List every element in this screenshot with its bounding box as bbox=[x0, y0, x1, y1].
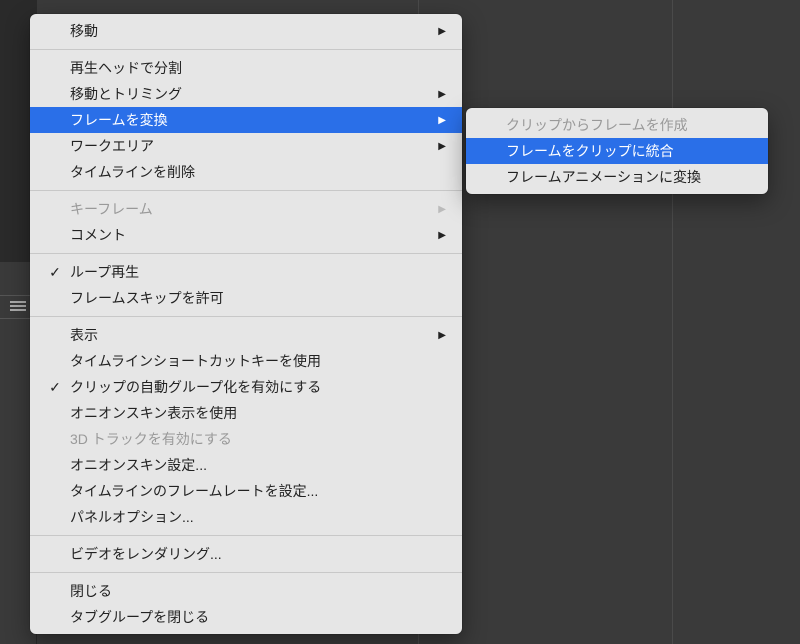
subMenu-item-1[interactable]: フレームをクリップに統合 bbox=[466, 138, 768, 164]
mainMenu-item-15[interactable]: タイムラインショートカットキーを使用 bbox=[30, 348, 462, 374]
mainMenu-item-26[interactable]: タブグループを閉じる bbox=[30, 604, 462, 630]
chevron-right-icon: ▶ bbox=[438, 26, 446, 37]
mainMenu-item-21[interactable]: パネルオプション... bbox=[30, 504, 462, 530]
menu-item-label: タブグループを閉じる bbox=[70, 607, 446, 627]
mainMenu-item-5[interactable]: ワークエリア▶ bbox=[30, 133, 462, 159]
mainMenu-item-20[interactable]: タイムラインのフレームレートを設定... bbox=[30, 478, 462, 504]
subMenu-item-0: クリップからフレームを作成 bbox=[466, 112, 768, 138]
bg-divider-3 bbox=[672, 0, 673, 644]
timeline-context-menu: 移動▶再生ヘッドで分割移動とトリミング▶フレームを変換▶ワークエリア▶タイムライ… bbox=[30, 14, 462, 634]
menu-separator bbox=[30, 190, 462, 191]
menu-item-label: タイムラインショートカットキーを使用 bbox=[70, 351, 446, 371]
menu-separator bbox=[30, 572, 462, 573]
chevron-right-icon: ▶ bbox=[438, 141, 446, 152]
menu-item-label: 再生ヘッドで分割 bbox=[70, 58, 446, 78]
mainMenu-item-25[interactable]: 閉じる bbox=[30, 578, 462, 604]
mainMenu-item-14[interactable]: 表示▶ bbox=[30, 322, 462, 348]
menu-item-label: 移動とトリミング bbox=[70, 84, 438, 104]
menu-separator bbox=[30, 316, 462, 317]
menu-item-label: パネルオプション... bbox=[70, 507, 446, 527]
menu-item-label: キーフレーム bbox=[70, 199, 438, 219]
menu-item-label: オニオンスキン設定... bbox=[70, 455, 446, 475]
menu-item-label: コメント bbox=[70, 225, 438, 245]
check-icon: ✓ bbox=[48, 379, 62, 396]
mainMenu-item-19[interactable]: オニオンスキン設定... bbox=[30, 452, 462, 478]
chevron-right-icon: ▶ bbox=[438, 204, 446, 215]
menu-item-label: ループ再生 bbox=[70, 262, 446, 282]
menu-item-label: クリップの自動グループ化を有効にする bbox=[70, 377, 446, 397]
chevron-right-icon: ▶ bbox=[438, 230, 446, 241]
menu-item-label: 表示 bbox=[70, 325, 438, 345]
convert-frames-submenu: クリップからフレームを作成フレームをクリップに統合フレームアニメーションに変換 bbox=[466, 108, 768, 194]
mainMenu-item-11[interactable]: ✓ ループ再生 bbox=[30, 259, 462, 285]
menu-item-label: タイムラインを削除 bbox=[70, 162, 446, 182]
mainMenu-item-16[interactable]: ✓ クリップの自動グループ化を有効にする bbox=[30, 374, 462, 400]
menu-item-label: フレームを変換 bbox=[70, 110, 438, 130]
menu-item-label: オニオンスキン表示を使用 bbox=[70, 403, 446, 423]
menu-separator bbox=[30, 253, 462, 254]
menu-item-label: フレームスキップを許可 bbox=[70, 288, 446, 308]
menu-item-label: フレームをクリップに統合 bbox=[506, 141, 752, 161]
menu-separator bbox=[30, 535, 462, 536]
menu-separator bbox=[30, 49, 462, 50]
mainMenu-item-17[interactable]: オニオンスキン表示を使用 bbox=[30, 400, 462, 426]
mainMenu-item-6[interactable]: タイムラインを削除 bbox=[30, 159, 462, 185]
mainMenu-item-2[interactable]: 再生ヘッドで分割 bbox=[30, 55, 462, 81]
menu-item-label: クリップからフレームを作成 bbox=[506, 115, 752, 135]
chevron-right-icon: ▶ bbox=[438, 330, 446, 341]
chevron-right-icon: ▶ bbox=[438, 89, 446, 100]
menu-item-label: ワークエリア bbox=[70, 136, 438, 156]
menu-item-label: 閉じる bbox=[70, 581, 446, 601]
menu-item-label: 3D トラックを有効にする bbox=[70, 429, 446, 449]
panel-menu-button[interactable] bbox=[0, 295, 32, 319]
hamburger-icon bbox=[10, 301, 26, 303]
menu-item-label: ビデオをレンダリング... bbox=[70, 544, 446, 564]
menu-item-label: タイムラインのフレームレートを設定... bbox=[70, 481, 446, 501]
subMenu-item-2[interactable]: フレームアニメーションに変換 bbox=[466, 164, 768, 190]
mainMenu-item-4[interactable]: フレームを変換▶ bbox=[30, 107, 462, 133]
menu-item-label: フレームアニメーションに変換 bbox=[506, 167, 752, 187]
mainMenu-item-12[interactable]: フレームスキップを許可 bbox=[30, 285, 462, 311]
mainMenu-item-3[interactable]: 移動とトリミング▶ bbox=[30, 81, 462, 107]
mainMenu-item-18: 3D トラックを有効にする bbox=[30, 426, 462, 452]
mainMenu-item-9[interactable]: コメント▶ bbox=[30, 222, 462, 248]
chevron-right-icon: ▶ bbox=[438, 115, 446, 126]
mainMenu-item-23[interactable]: ビデオをレンダリング... bbox=[30, 541, 462, 567]
menu-item-label: 移動 bbox=[70, 21, 438, 41]
mainMenu-item-8: キーフレーム▶ bbox=[30, 196, 462, 222]
check-icon: ✓ bbox=[48, 264, 62, 281]
mainMenu-item-0[interactable]: 移動▶ bbox=[30, 18, 462, 44]
